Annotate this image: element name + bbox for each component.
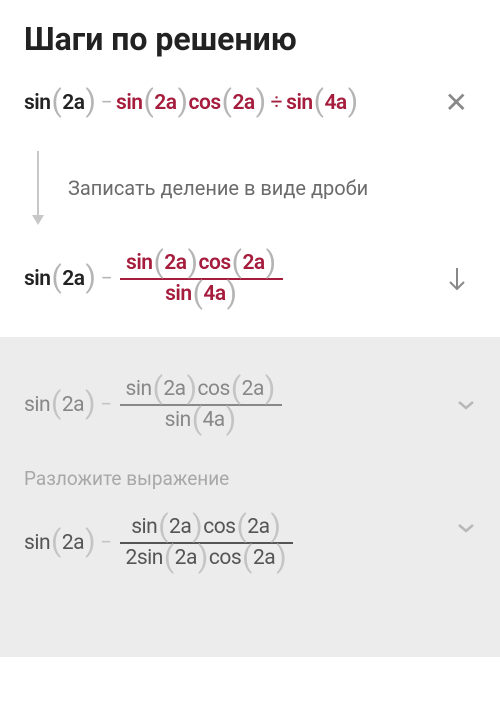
fraction: sin ( 2a ) cos ( 2a ) 2 sin ( 2a ) cos (120, 513, 294, 573)
fn-sin: sin (131, 517, 157, 538)
fn-sin: sin (286, 91, 312, 115)
equation-lower-1: sin ( 2a ) − sin ( 2a ) cos ( 2a ) sin (24, 375, 286, 435)
fn-sin: sin (126, 253, 152, 274)
chevron-down-icon[interactable] (456, 522, 476, 534)
divide-op: ÷ (267, 91, 287, 115)
arg: 2a (164, 253, 186, 274)
fn-cos: cos (199, 253, 231, 274)
collapsed-steps: sin ( 2a ) − sin ( 2a ) cos ( 2a ) sin (0, 337, 500, 657)
fraction: sin ( 2a ) cos ( 2a ) sin ( 4a ) (120, 249, 283, 309)
fn-sin: sin (24, 531, 50, 555)
equation-row-1: sin ( 2a ) − sin ( 2a ) cos ( 2a ) ÷ sin… (24, 78, 476, 127)
fn-cos: cos (203, 517, 235, 538)
arg: 2a (242, 253, 264, 274)
fn-sin: sin (165, 410, 191, 431)
arg: 4a (324, 91, 346, 115)
den-prefix: 2 (126, 548, 137, 569)
arg: 2a (232, 91, 254, 115)
fn-sin: sin (24, 393, 50, 417)
collapsed-step-1[interactable]: sin ( 2a ) − sin ( 2a ) cos ( 2a ) sin (24, 365, 476, 445)
fn-sin: sin (116, 91, 142, 115)
arg: 4a (203, 284, 225, 305)
fn-sin: sin (24, 91, 50, 115)
fn-cos: cos (189, 91, 221, 115)
fn-sin: sin (24, 267, 50, 291)
step-arrow-row: Записать деление в виде дроби (24, 127, 476, 249)
fn-sin: sin (165, 284, 191, 305)
equation-2: sin ( 2a ) − sin ( 2a ) cos ( 2a ) sin (24, 249, 287, 309)
page-title: Шаги по решению (24, 20, 476, 58)
chevron-down-icon[interactable] (456, 399, 476, 411)
equation-1: sin ( 2a ) − sin ( 2a ) cos ( 2a ) ÷ sin… (24, 91, 359, 115)
collapsed-hint: Разложите выражение (24, 445, 476, 512)
header: Шаги по решению (0, 0, 500, 70)
fn-cos: cos (198, 379, 230, 400)
arg: 4a (203, 410, 225, 431)
arrow-down-icon (32, 151, 44, 225)
arg: 2a (163, 379, 185, 400)
arg: 2a (62, 91, 84, 115)
arg: 2a (175, 548, 197, 569)
arg: 2a (62, 531, 84, 555)
fn-sin: sin (137, 548, 163, 569)
arg: 2a (242, 379, 264, 400)
equation-row-2: sin ( 2a ) − sin ( 2a ) cos ( 2a ) sin (24, 249, 476, 337)
close-icon[interactable]: ✕ (437, 78, 476, 127)
fn-cos: cos (209, 548, 241, 569)
main-step-block: sin ( 2a ) − sin ( 2a ) cos ( 2a ) ÷ sin… (0, 70, 500, 337)
arg: 2a (169, 517, 191, 538)
minus-op: − (96, 393, 116, 417)
fn-sin: sin (126, 379, 152, 400)
minus-op: − (97, 267, 117, 291)
arg: 2a (253, 548, 275, 569)
arg: 2a (62, 267, 84, 291)
minus-op: − (97, 91, 117, 115)
arg: 2a (62, 393, 84, 417)
fraction: sin ( 2a ) cos ( 2a ) sin ( 4a ) (120, 375, 282, 435)
arg: 2a (247, 517, 269, 538)
minus-op: − (96, 531, 116, 555)
expand-down-icon[interactable] (438, 258, 476, 300)
equation-lower-2: sin ( 2a ) − sin ( 2a ) cos ( 2a ) 2 (24, 513, 297, 573)
step-hint: Записать деление в виде дроби (68, 176, 368, 200)
arg: 2a (154, 91, 176, 115)
collapsed-step-2[interactable]: sin ( 2a ) − sin ( 2a ) cos ( 2a ) 2 (24, 512, 476, 574)
